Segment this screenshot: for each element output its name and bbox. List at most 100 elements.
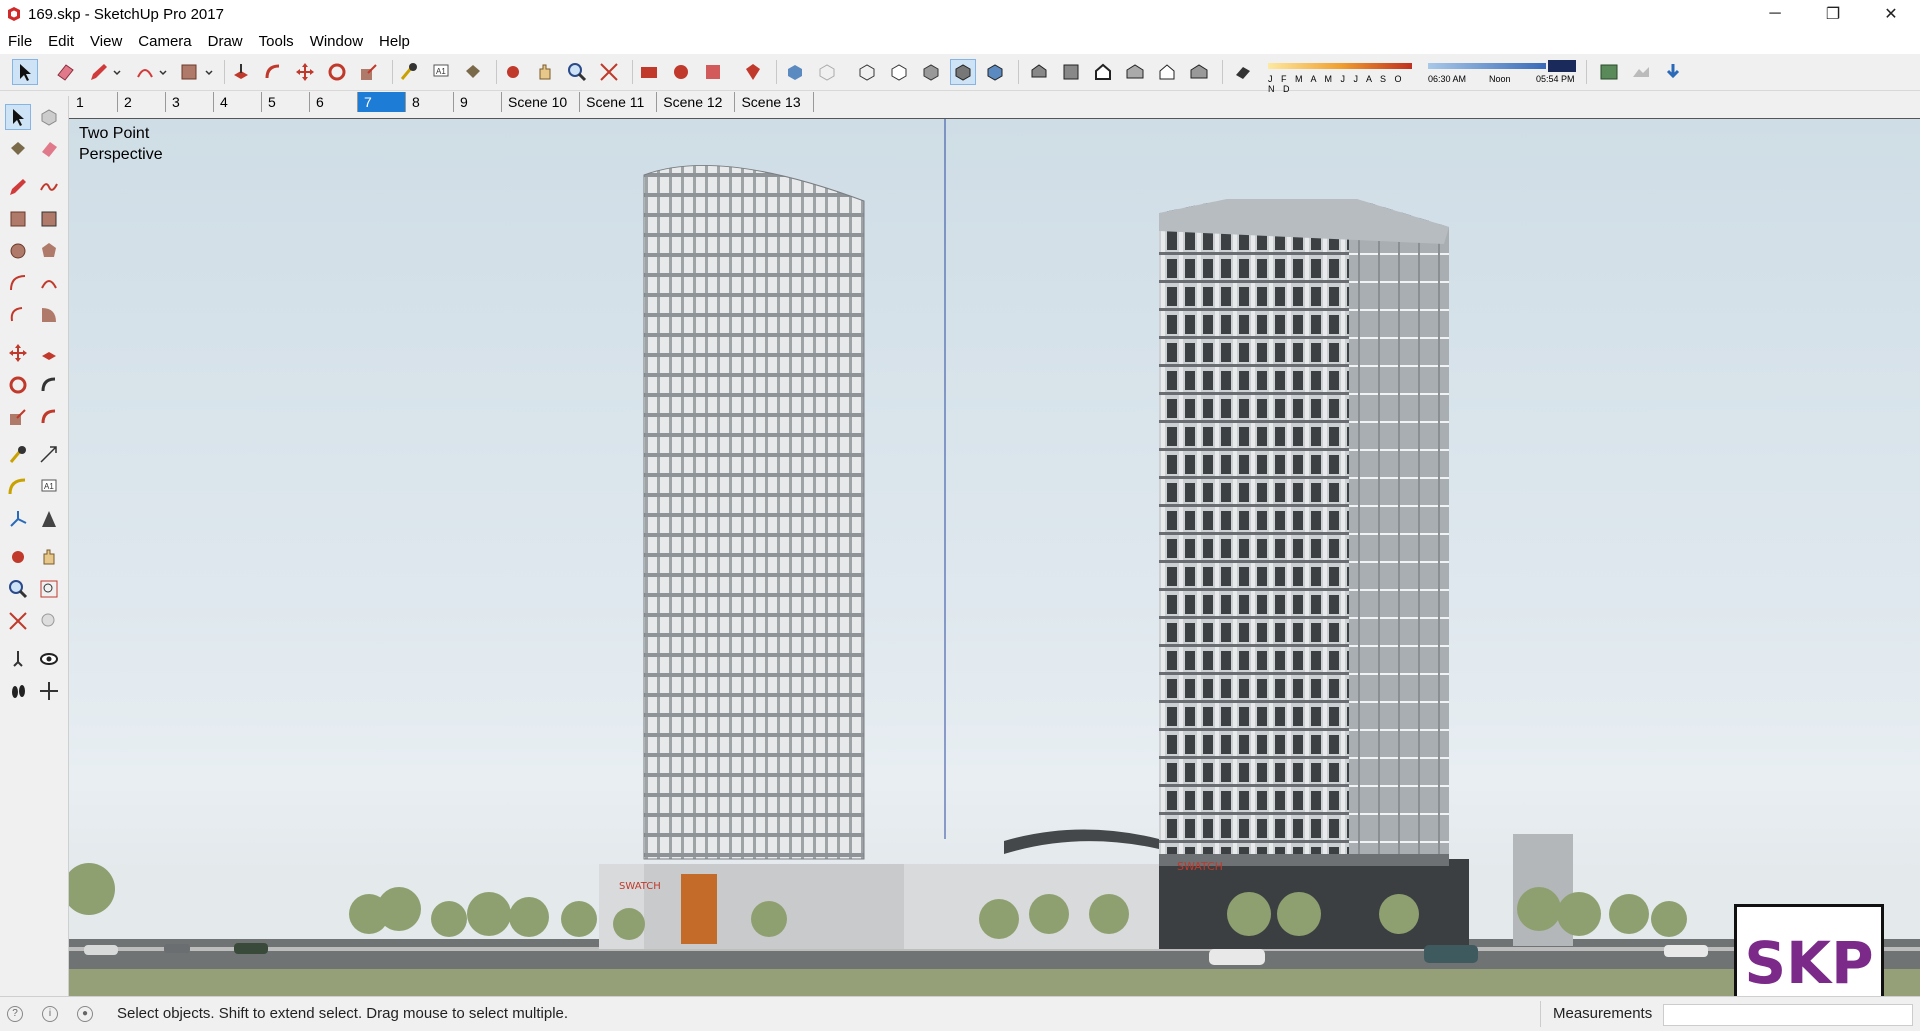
line-tool-icon[interactable] xyxy=(5,174,31,200)
previous-view-icon[interactable] xyxy=(36,608,62,634)
walk-tool-icon[interactable] xyxy=(5,678,31,704)
arc-tool-icon[interactable] xyxy=(5,270,31,296)
minimize-button[interactable]: ─ xyxy=(1746,0,1804,28)
menu-tools[interactable]: Tools xyxy=(251,33,302,50)
scene-tab-4[interactable]: 4 xyxy=(214,92,262,112)
chevron-down-icon[interactable] xyxy=(196,59,222,85)
orbit-tool-icon[interactable] xyxy=(5,544,31,570)
scene-tab-7[interactable]: 7 xyxy=(358,92,406,112)
wireframe-style-icon[interactable] xyxy=(854,59,880,85)
rotate-tool-icon[interactable] xyxy=(5,372,31,398)
menu-draw[interactable]: Draw xyxy=(200,33,251,50)
toggle-terrain-icon[interactable] xyxy=(1628,59,1654,85)
zoom-window-tool-icon[interactable] xyxy=(36,576,62,602)
tape-measure-tool-icon[interactable] xyxy=(5,442,31,468)
pan-tool-icon[interactable] xyxy=(532,59,558,85)
scale-tool-icon[interactable] xyxy=(5,404,31,430)
tape-measure-tool-icon[interactable] xyxy=(396,59,422,85)
look-around-icon[interactable] xyxy=(36,646,62,672)
select-tool-icon[interactable] xyxy=(5,104,31,130)
xray-style-icon[interactable] xyxy=(782,59,808,85)
zoom-extents-icon[interactable] xyxy=(5,608,31,634)
scene-tab-3[interactable]: 3 xyxy=(166,92,214,112)
paint-bucket-tool-icon[interactable] xyxy=(5,136,31,162)
scene-tab-9[interactable]: 9 xyxy=(454,92,502,112)
geo-location-icon[interactable]: ? xyxy=(7,1006,23,1022)
axes-tool-icon[interactable] xyxy=(5,506,31,532)
3d-text-tool-icon[interactable] xyxy=(36,506,62,532)
user-account-icon[interactable]: ● xyxy=(77,1006,93,1022)
pie-tool-icon[interactable] xyxy=(36,302,62,328)
shadows-toggle-icon[interactable] xyxy=(1230,59,1256,85)
menu-edit[interactable]: Edit xyxy=(40,33,82,50)
hidden-line-style-icon[interactable] xyxy=(886,59,912,85)
chevron-down-icon[interactable] xyxy=(104,59,130,85)
menu-window[interactable]: Window xyxy=(302,33,371,50)
scene-tab-6[interactable]: 6 xyxy=(310,92,358,112)
model-viewport[interactable]: SWATCH SWATCH Two Point Perspective SKP xyxy=(69,118,1920,997)
rectangle-tool-icon[interactable] xyxy=(5,206,31,232)
close-button[interactable]: ✕ xyxy=(1862,0,1920,28)
scene-tab-13[interactable]: Scene 13 xyxy=(735,92,814,112)
extension-warehouse-icon[interactable] xyxy=(700,59,726,85)
move-tool-icon[interactable] xyxy=(292,59,318,85)
scene-tab-1[interactable]: 1 xyxy=(70,92,118,112)
left-view-icon[interactable] xyxy=(1186,59,1212,85)
back-edges-style-icon[interactable] xyxy=(814,59,840,85)
text-tool-icon[interactable]: A1 xyxy=(428,59,454,85)
share-model-icon[interactable] xyxy=(668,59,694,85)
shaded-textures-style-icon[interactable] xyxy=(950,59,976,85)
polygon-tool-icon[interactable] xyxy=(36,238,62,264)
position-camera-icon[interactable] xyxy=(5,646,31,672)
add-location-icon[interactable] xyxy=(1596,59,1622,85)
menu-help[interactable]: Help xyxy=(371,33,418,50)
shadow-date-slider[interactable]: J F M A M J J A S O N D xyxy=(1266,60,1414,94)
section-plane-icon[interactable] xyxy=(36,678,62,704)
protractor-tool-icon[interactable] xyxy=(5,474,31,500)
rotated-rectangle-tool-icon[interactable] xyxy=(36,206,62,232)
circle-tool-icon[interactable] xyxy=(5,238,31,264)
credits-icon[interactable]: i xyxy=(42,1006,58,1022)
scene-tab-10[interactable]: Scene 10 xyxy=(502,92,581,112)
photo-textures-icon[interactable] xyxy=(1660,59,1686,85)
scene-tab-5[interactable]: 5 xyxy=(262,92,310,112)
monochrome-style-icon[interactable] xyxy=(982,59,1008,85)
menu-view[interactable]: View xyxy=(82,33,130,50)
scene-tab-12[interactable]: Scene 12 xyxy=(657,92,736,112)
front-view-icon[interactable] xyxy=(1090,59,1116,85)
warehouse-icon[interactable] xyxy=(636,59,662,85)
pan-tool-icon[interactable] xyxy=(36,544,62,570)
restore-button[interactable]: ❐ xyxy=(1804,0,1862,28)
text-tool-icon[interactable]: A1 xyxy=(36,474,62,500)
ruby-icon[interactable] xyxy=(740,59,766,85)
freehand-tool-icon[interactable] xyxy=(36,174,62,200)
push-pull-tool-icon[interactable] xyxy=(228,59,254,85)
scene-tab-2[interactable]: 2 xyxy=(118,92,166,112)
orbit-tool-icon[interactable] xyxy=(500,59,526,85)
rotate-tool-icon[interactable] xyxy=(324,59,350,85)
shadow-time-slider[interactable]: 06:30 AM Noon 05:54 PM xyxy=(1426,60,1578,86)
zoom-extents-icon[interactable] xyxy=(596,59,622,85)
follow-me-tool-icon[interactable] xyxy=(260,59,286,85)
iso-view-icon[interactable] xyxy=(1026,59,1052,85)
select-tool-icon[interactable] xyxy=(12,59,38,85)
scene-tab-8[interactable]: 8 xyxy=(406,92,454,112)
back-view-icon[interactable] xyxy=(1154,59,1180,85)
right-view-icon[interactable] xyxy=(1122,59,1148,85)
zoom-tool-icon[interactable] xyxy=(5,576,31,602)
three-point-arc-tool-icon[interactable] xyxy=(5,302,31,328)
dimension-tool-icon[interactable] xyxy=(36,442,62,468)
shaded-style-icon[interactable] xyxy=(918,59,944,85)
top-view-icon[interactable] xyxy=(1058,59,1084,85)
scene-tab-11[interactable]: Scene 11 xyxy=(580,92,658,112)
move-tool-icon[interactable] xyxy=(5,340,31,366)
two-point-arc-tool-icon[interactable] xyxy=(36,270,62,296)
follow-me-tool-icon[interactable] xyxy=(36,372,62,398)
zoom-tool-icon[interactable] xyxy=(564,59,590,85)
paint-bucket-tool-icon[interactable] xyxy=(460,59,486,85)
push-pull-tool-icon[interactable] xyxy=(36,340,62,366)
menu-camera[interactable]: Camera xyxy=(130,33,199,50)
make-component-icon[interactable] xyxy=(36,104,62,130)
offset-tool-icon[interactable] xyxy=(36,404,62,430)
eraser-tool-icon[interactable] xyxy=(36,136,62,162)
